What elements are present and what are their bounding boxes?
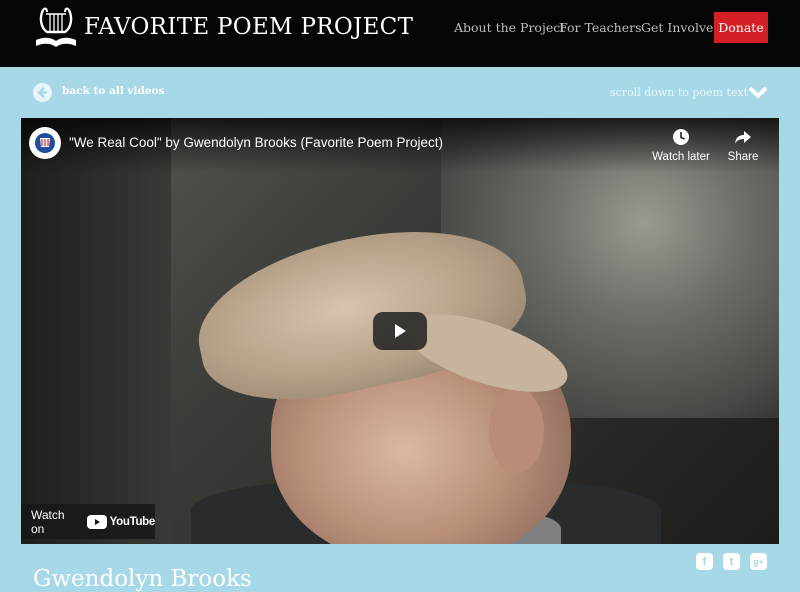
play-button[interactable] xyxy=(373,312,427,350)
facebook-icon[interactable]: f xyxy=(696,553,713,570)
watch-on-youtube-button[interactable]: Watch on YouTube xyxy=(21,504,155,539)
youtube-icon: YouTube xyxy=(86,514,156,529)
site-header: FAVORITE POEM PROJECT About the Project … xyxy=(0,0,800,67)
clock-icon xyxy=(673,129,689,145)
share-arrow-icon xyxy=(735,131,751,144)
poet-name-heading: Gwendolyn Brooks xyxy=(33,566,252,592)
site-title[interactable]: FAVORITE POEM PROJECT xyxy=(84,14,413,40)
youtube-wordmark: YouTube xyxy=(109,515,156,528)
video-title[interactable]: "We Real Cool" by Gwendolyn Brooks (Favo… xyxy=(69,135,443,150)
nav-get-involved[interactable]: Get Involved xyxy=(641,20,721,35)
donate-button[interactable]: Donate xyxy=(714,12,768,43)
video-frame-bg-left xyxy=(21,118,171,544)
share-label: Share xyxy=(727,151,759,163)
video-frame-ear xyxy=(489,388,544,473)
watch-on-label: Watch on xyxy=(31,507,65,536)
twitter-icon[interactable]: t xyxy=(723,553,740,570)
back-arrow-icon[interactable] xyxy=(33,83,52,102)
nav-about[interactable]: About the Project xyxy=(454,20,565,35)
channel-avatar[interactable] xyxy=(29,127,61,159)
lyre-book-logo-icon[interactable] xyxy=(33,4,79,52)
watch-later-label: Watch later xyxy=(652,151,710,163)
back-to-all-videos-link[interactable]: back to all videos xyxy=(62,85,164,97)
chevron-down-icon[interactable] xyxy=(748,84,768,100)
play-icon xyxy=(395,324,406,338)
nav-teachers[interactable]: For Teachers xyxy=(559,20,642,35)
share-button[interactable]: Share xyxy=(713,128,773,163)
scroll-to-poem-link[interactable]: scroll down to poem text xyxy=(610,86,748,99)
video-player[interactable]: "We Real Cool" by Gwendolyn Brooks (Favo… xyxy=(21,118,779,544)
watch-later-button[interactable]: Watch later xyxy=(651,128,711,163)
googleplus-icon[interactable]: g+ xyxy=(750,553,767,570)
